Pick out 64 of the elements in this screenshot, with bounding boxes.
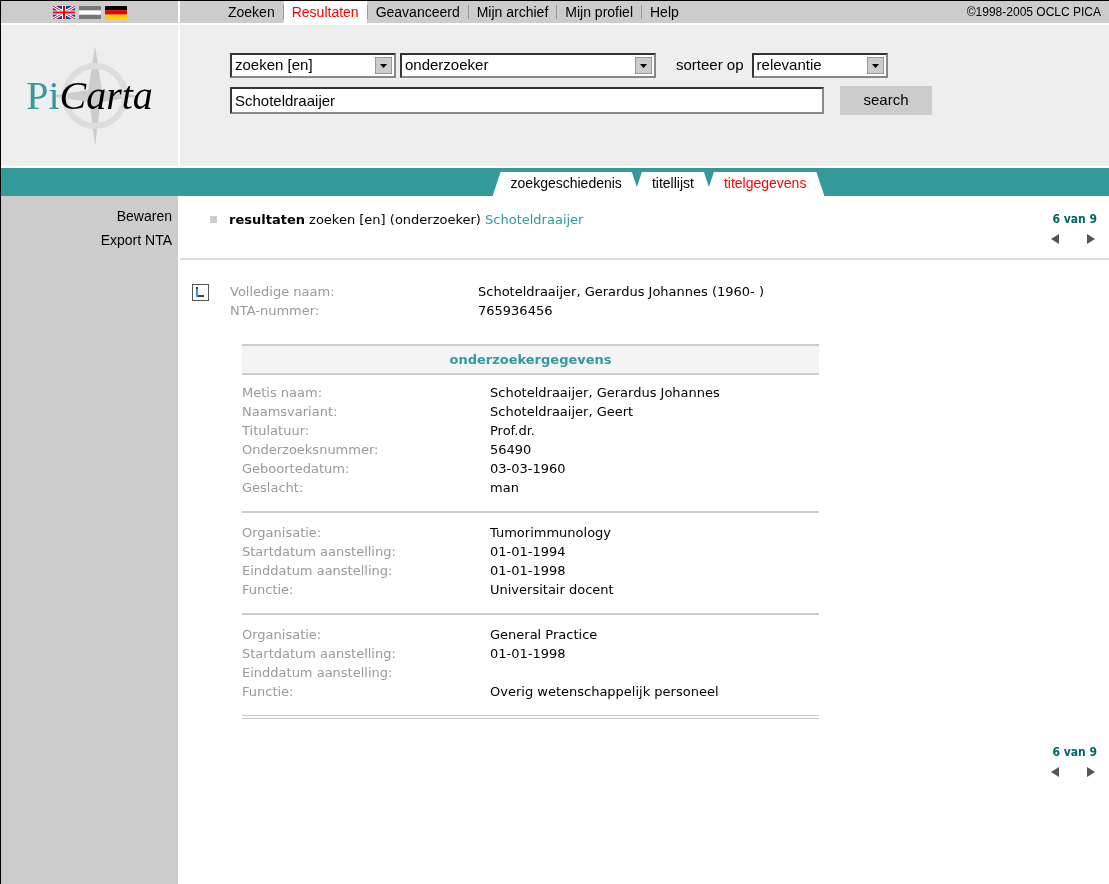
page-position: 6 van 9 — [1051, 744, 1097, 761]
field-label: Geboortedatum: — [242, 460, 351, 478]
nav-link[interactable]: Zoeken — [220, 1, 283, 23]
field-label: Metis naam: — [242, 384, 324, 402]
uk-flag-icon[interactable] — [52, 5, 75, 19]
field-label: Titulatuur: — [242, 422, 311, 440]
previous-arrow-icon[interactable] — [1049, 765, 1061, 779]
field-label: Organisatie: — [242, 524, 323, 542]
field-label: Geslacht: — [242, 479, 305, 497]
field-label: Organisatie: — [242, 626, 323, 644]
nav-link[interactable]: Resultaten — [283, 1, 367, 23]
nl-flag-icon[interactable] — [78, 5, 101, 19]
sort-label: sorteer op — [676, 55, 744, 76]
logo: PiCarta — [19, 40, 160, 151]
nav-link[interactable]: Mijn archief — [468, 1, 557, 23]
field-label: Naamsvariant: — [242, 403, 339, 421]
search-field[interactable]: Schoteldraaijer — [230, 87, 824, 114]
field-value: 765936456 — [478, 302, 553, 320]
record-type-icon — [192, 284, 209, 301]
field-value: Tumorimmunology — [490, 524, 612, 542]
field-value: Schoteldraaijer, Gerardus Johannes — [490, 384, 720, 402]
field-value: Schoteldraaijer, Geert — [490, 403, 634, 421]
field-value: man — [490, 479, 519, 497]
bullet-icon — [210, 216, 217, 223]
section-heading: onderzoekergegevens — [242, 344, 819, 375]
field-label: Functie: — [242, 683, 295, 701]
field-label: Startdatum aanstelling: — [242, 645, 397, 663]
field-label: Volledige naam: — [230, 283, 336, 301]
field-label: Startdatum aanstelling: — [242, 543, 397, 561]
field-value: 01-01-1998 — [490, 562, 566, 580]
de-flag-icon[interactable] — [104, 5, 127, 19]
field-value: 01-01-1994 — [490, 543, 566, 561]
dropdown-arrow-icon[interactable] — [635, 57, 652, 74]
field-label: Onderzoeksnummer: — [242, 441, 380, 459]
field-label: Einddatum aanstelling: — [242, 664, 394, 682]
nav-link[interactable]: Help — [642, 1, 687, 23]
field-value: Universitair docent — [490, 581, 614, 599]
field-value: Schoteldraaijer, Gerardus Johannes (1960- ) — [478, 283, 764, 301]
nav-link[interactable]: Geavanceerd — [367, 1, 468, 23]
field-label: Functie: — [242, 581, 295, 599]
dropdown[interactable]: zoeken [en] — [230, 53, 396, 78]
copyright-text: ©1998-2005 OCLC PICA — [966, 4, 1101, 21]
search-summary: resultaten zoeken [en] (onderzoeker) Schoteldraaijer — [229, 211, 584, 229]
next-arrow-icon[interactable] — [1085, 765, 1097, 779]
field-value: Prof.dr. — [490, 422, 535, 440]
field-value: Overig wetenschappelijk personeel — [490, 683, 719, 701]
search-button[interactable]: search — [840, 86, 932, 115]
sidebar-link[interactable]: Bewaren — [1, 204, 172, 228]
previous-arrow-icon[interactable] — [1049, 232, 1061, 246]
field-value: 01-01-1998 — [490, 645, 566, 663]
page-position: 6 van 9 — [1051, 211, 1097, 228]
field-label: Einddatum aanstelling: — [242, 562, 394, 580]
nav-link[interactable]: Mijn profiel — [557, 1, 641, 23]
field-value: 03-03-1960 — [490, 460, 566, 478]
field-value: 56490 — [490, 441, 532, 459]
field-label: NTA-nummer: — [230, 302, 321, 320]
search-term-link[interactable]: Schoteldraaijer — [485, 212, 584, 227]
dropdown-arrow-icon[interactable] — [866, 57, 884, 74]
field-value: General Practice — [490, 626, 598, 644]
dropdown-arrow-icon[interactable] — [375, 57, 392, 74]
dropdown[interactable]: onderzoeker — [400, 53, 656, 78]
dropdown[interactable]: relevantie — [751, 53, 888, 78]
sidebar-link[interactable]: Export NTA — [1, 228, 172, 252]
next-arrow-icon[interactable] — [1085, 232, 1097, 246]
